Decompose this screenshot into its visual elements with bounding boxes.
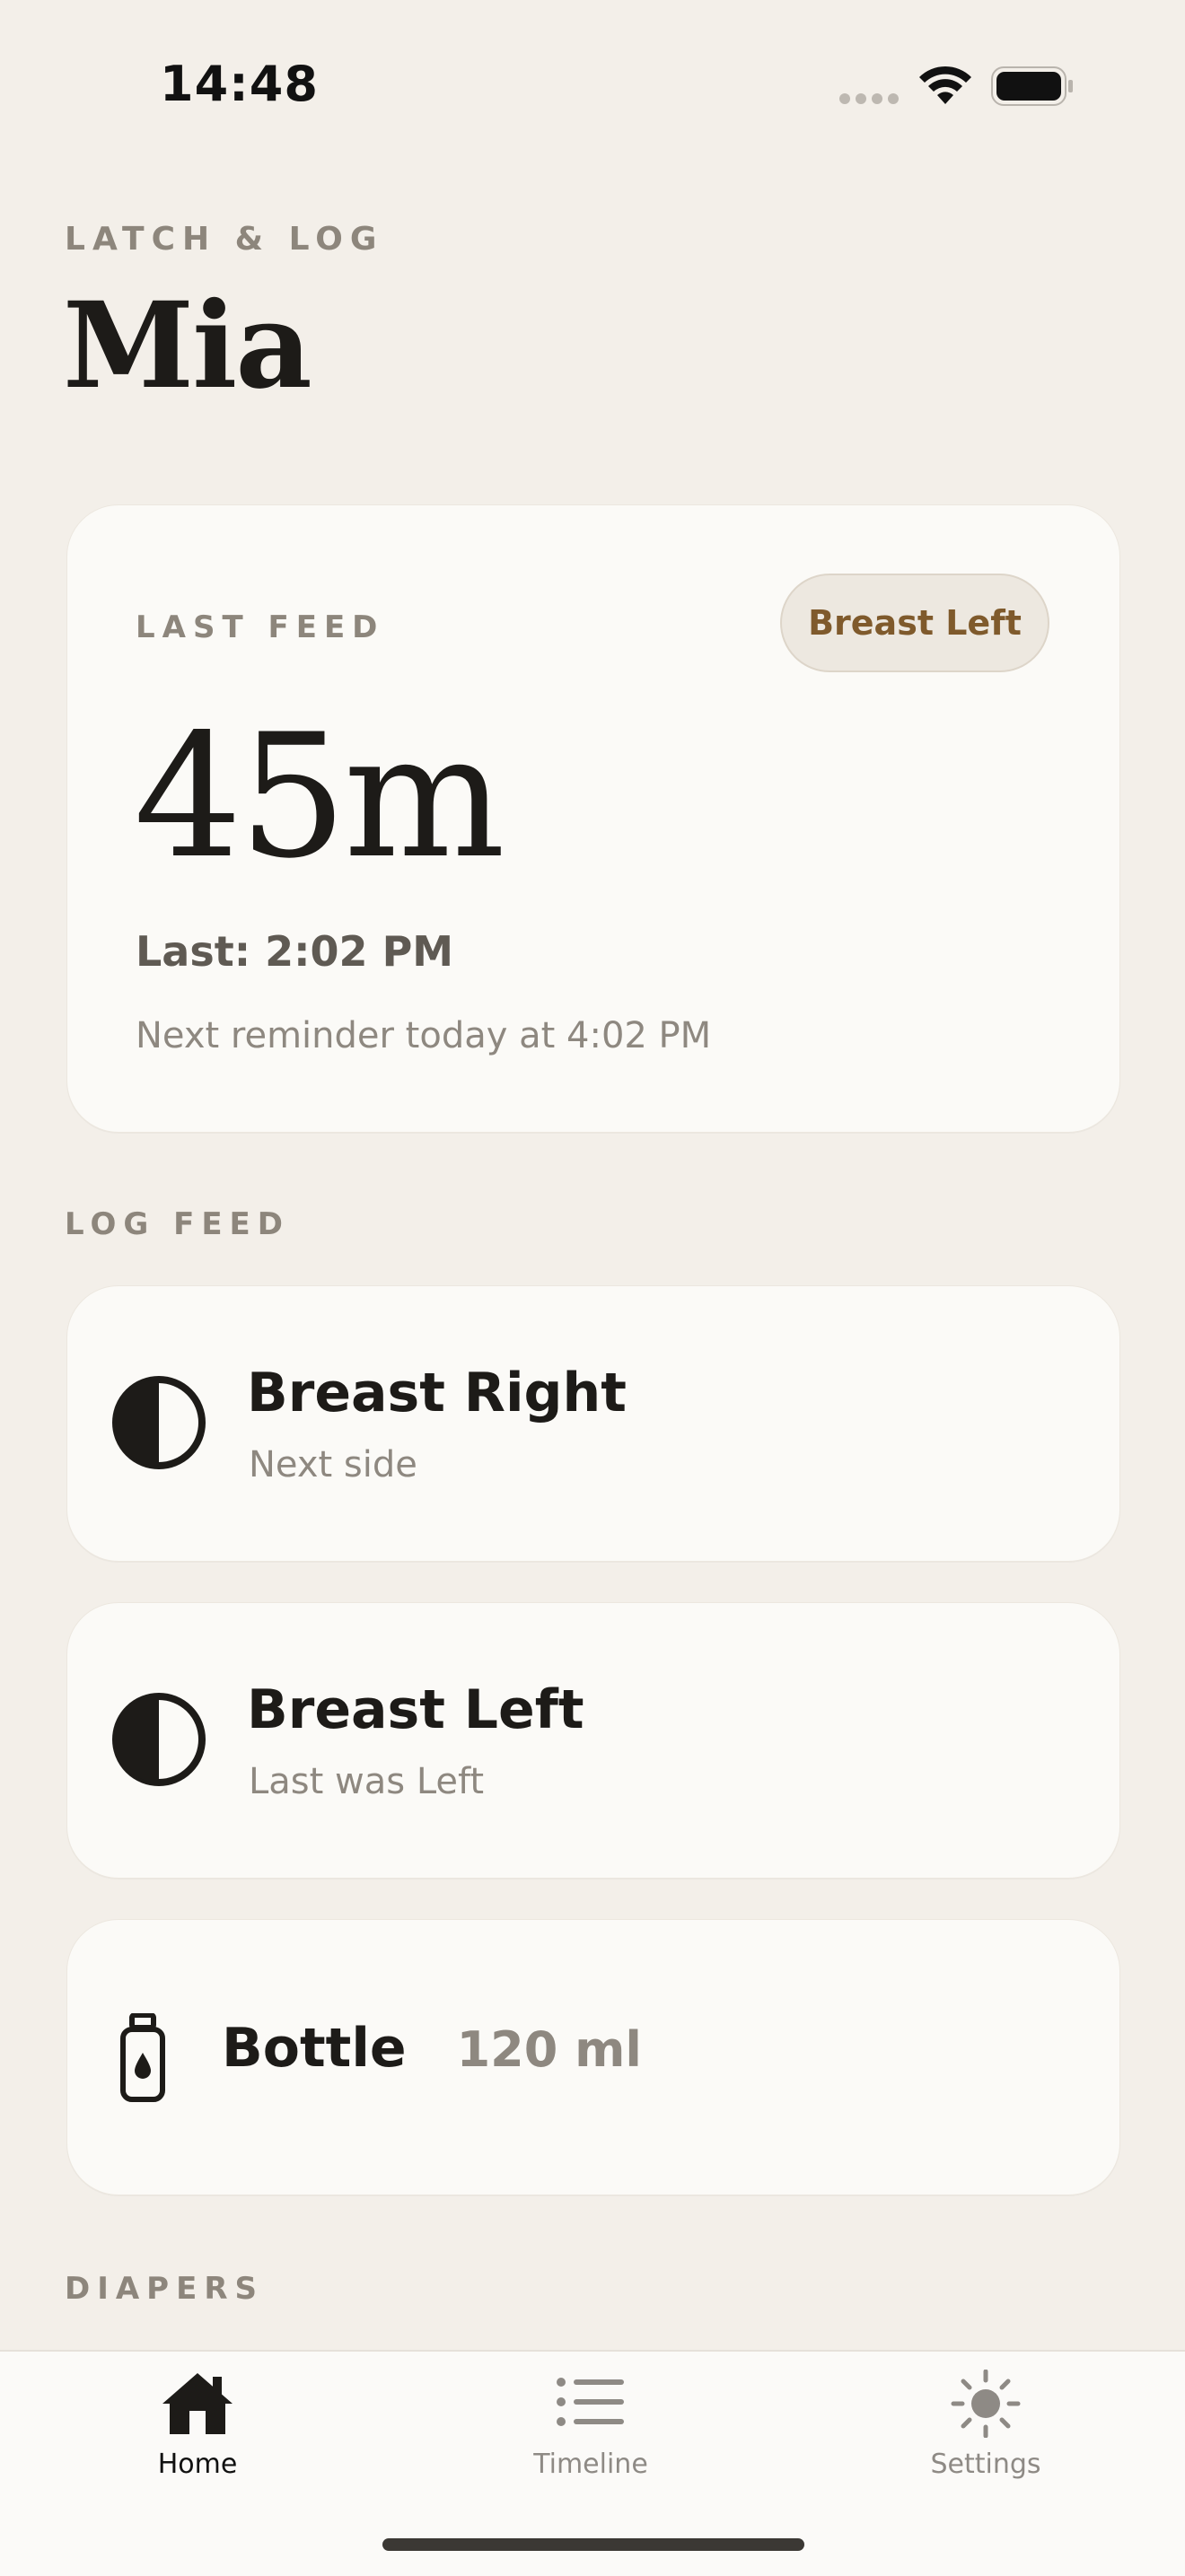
- breast-right-subtitle: Next side: [249, 1444, 417, 1485]
- last-feed-card: LAST FEED Breast Left 45m Last: 2:02 PM …: [66, 504, 1120, 1133]
- half-circle-icon: [110, 1374, 207, 1475]
- log-bottle-button[interactable]: Bottle 120 ml: [66, 1919, 1120, 2195]
- log-breast-left-button[interactable]: Breast Left Last was Left: [66, 1602, 1120, 1879]
- tab-settings-label: Settings: [930, 2449, 1041, 2480]
- diapers-section-title: DIAPERS: [65, 2271, 264, 2307]
- breast-right-title: Breast Right: [247, 1362, 627, 1424]
- tab-home-label: Home: [157, 2449, 238, 2480]
- elapsed-time: 45m: [134, 697, 505, 896]
- half-circle-icon: [110, 1691, 207, 1792]
- next-reminder-text: Next reminder today at 4:02 PM: [136, 1015, 712, 1056]
- house-icon: [162, 2373, 233, 2434]
- breast-left-title: Breast Left: [247, 1678, 584, 1741]
- status-time: 14:48: [160, 56, 319, 112]
- wifi-icon: [917, 63, 973, 110]
- baby-name-title: Mia: [63, 276, 312, 416]
- bottle-title: Bottle: [222, 2017, 407, 2080]
- last-feed-time: Last: 2:02 PM: [136, 927, 454, 976]
- tab-home[interactable]: Home: [81, 2370, 314, 2480]
- bottle-amount: 120 ml: [456, 2021, 642, 2078]
- battery-icon: [991, 66, 1074, 110]
- app-label: LATCH & LOG: [65, 221, 384, 258]
- tab-timeline-label: Timeline: [533, 2449, 648, 2480]
- sun-icon: [951, 2369, 1021, 2439]
- breast-left-subtitle: Last was Left: [249, 1761, 485, 1802]
- last-side-badge: Breast Left: [780, 574, 1049, 672]
- last-feed-title: LAST FEED: [136, 609, 385, 645]
- bottle-icon: [119, 2012, 166, 2107]
- tab-timeline[interactable]: Timeline: [474, 2370, 707, 2480]
- signal-dots-icon: [839, 93, 899, 104]
- tab-settings[interactable]: Settings: [869, 2369, 1102, 2480]
- list-icon: [557, 2378, 624, 2426]
- log-breast-right-button[interactable]: Breast Right Next side: [66, 1285, 1120, 1562]
- log-feed-section-title: LOG FEED: [65, 1206, 290, 1242]
- home-indicator: [382, 2538, 804, 2551]
